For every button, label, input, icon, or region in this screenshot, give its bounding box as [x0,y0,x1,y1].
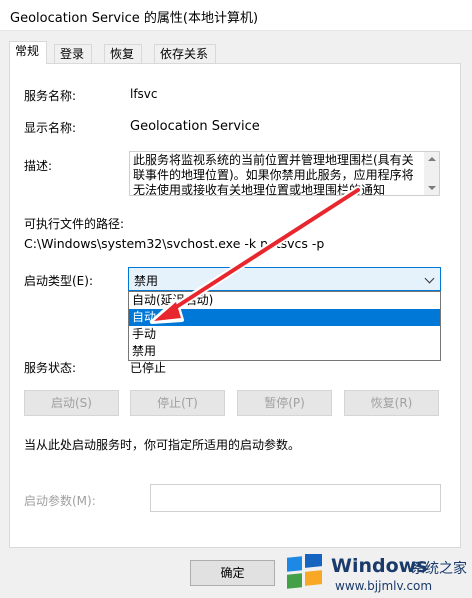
watermark-url: www.bjjmlv.com [335,579,433,593]
annotation-arrow-icon [150,186,362,324]
watermark-suffix: 系统之家 [411,561,467,577]
watermark: Windows 系统之家 www.bjjmlv.com [281,550,472,598]
windows-logo-icon [287,554,322,589]
tab-general[interactable]: 常规 [9,41,47,64]
